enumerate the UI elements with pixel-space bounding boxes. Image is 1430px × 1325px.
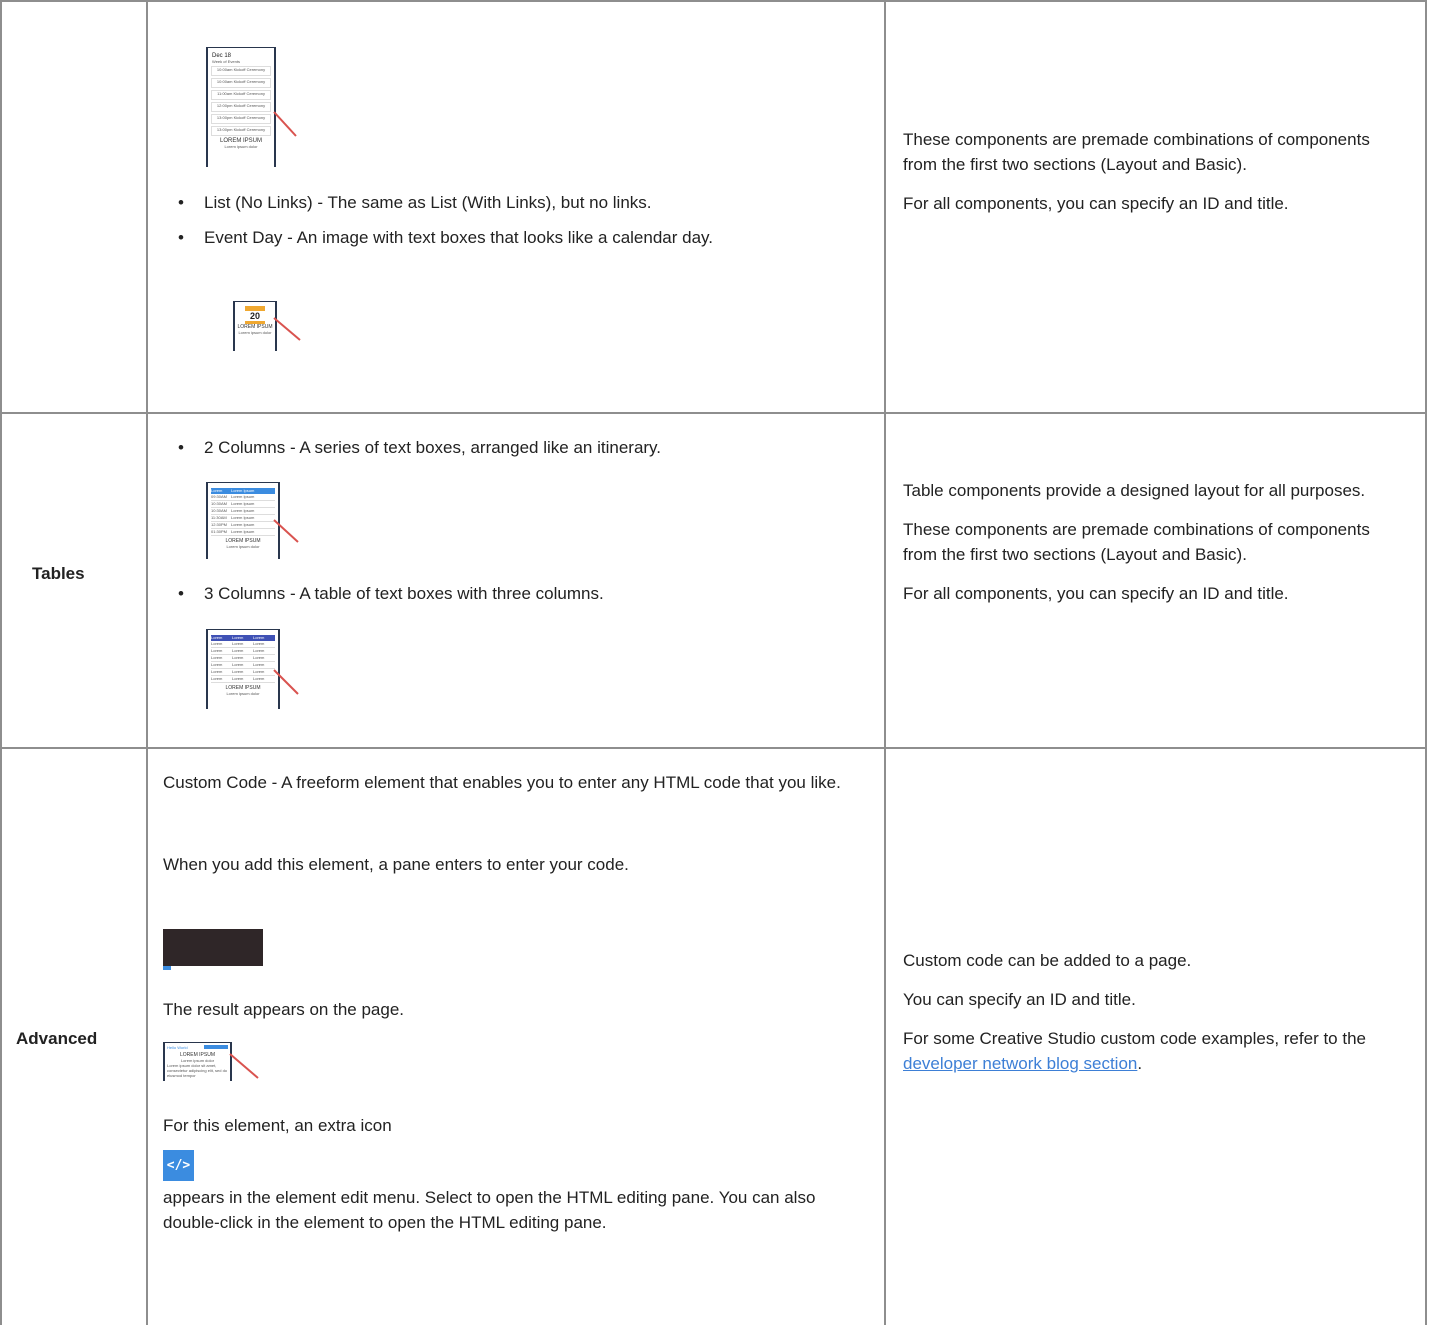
pointer-arrow <box>273 519 299 543</box>
table-row: 12:30PM Lorem Ipsum <box>211 522 275 529</box>
thumb-3col-sub: Lorem ipsum dolor <box>226 691 260 696</box>
row-label-advanced: Advanced <box>16 1029 98 1048</box>
code-icon: </> <box>163 1150 194 1181</box>
note-paragraph: These components are premade combination… <box>903 130 1370 174</box>
note-paragraph: You can specify an ID and title. <box>903 990 1136 1009</box>
note-paragraph: For all components, you can specify an I… <box>903 584 1289 603</box>
row-1-notes: These components are premade combination… <box>903 127 1408 216</box>
list-item: 11:00am Kickoff Ceremony <box>211 90 271 100</box>
thumb-result-toolbar <box>204 1045 228 1049</box>
list-item: 12:00pm Kickoff Ceremony <box>211 102 271 112</box>
bullet-event-day: • Event Day - An image with text boxes t… <box>178 228 714 247</box>
thumb-result-body: Lorem ipsum dolor sit amet, consectetur … <box>167 1063 228 1078</box>
table-border-right <box>1425 0 1427 1325</box>
thumb-list-items: 10:00am Kickoff Ceremony 10:00am Kickoff… <box>208 64 274 136</box>
table-row: 09:30AM Lorem Ipsum <box>211 494 275 501</box>
note-paragraph: For all components, you can specify an I… <box>903 194 1289 213</box>
thumb-result-title: Hello World <box>167 1045 188 1050</box>
thumb-3col-table: Lorem Lorem Lorem Lorem Lorem Lorem Lorem L… <box>211 635 275 683</box>
table-row: Lorem Lorem Lorem <box>211 655 275 662</box>
note-paragraph: These components are premade combination… <box>903 520 1370 564</box>
row-2-notes: Table components provide a designed layo… <box>903 478 1408 606</box>
list-item: 13:00pm Kickoff Ceremony <box>211 126 271 136</box>
table-row: 10:30AM Lorem Ipsum <box>211 501 275 508</box>
table-row: Lorem Lorem Lorem <box>211 641 275 648</box>
event-day-thumbnail: December 20 LOREM IPSUM Lorem ipsum dolo… <box>233 301 277 351</box>
table-row: Lorem Lorem Lorem <box>211 648 275 655</box>
custom-code-description: Custom Code - A freeform element that en… <box>163 773 841 792</box>
row-3-content: Custom Code - A freeform element that en… <box>163 770 863 795</box>
row-1-label <box>2 2 146 412</box>
table-row: 01:30PM Lorem Ipsum <box>211 529 275 536</box>
developer-network-blog-link[interactable]: developer network blog section <box>903 1054 1137 1073</box>
thumb-2col-sub: Lorem ipsum dolor <box>226 544 260 549</box>
bullet-3-columns: • 3 Columns - A table of text boxes with… <box>178 584 604 603</box>
add-element-note: When you add this element, a pane enters… <box>163 855 629 874</box>
bullet-list-no-links: • List (No Links) - The same as List (Wi… <box>178 193 652 212</box>
thumb-event-sub: Lorem ipsum dolor <box>238 330 272 335</box>
content-table: Dec 18 Week of Events 10:00am Kickoff Ce… <box>0 0 1430 1325</box>
list-thumbnail: Dec 18 Week of Events 10:00am Kickoff Ce… <box>206 47 276 167</box>
code-editor-pane <box>163 929 263 966</box>
three-columns-thumbnail: Lorem Lorem Lorem Lorem Lorem Lorem Lorem L… <box>206 629 280 709</box>
extra-icon-note: For this element, an extra icon <box>163 1116 392 1135</box>
pointer-arrow <box>229 1053 259 1079</box>
pointer-arrow <box>273 317 301 341</box>
row-3-notes: Custom code can be added to a page. You … <box>903 948 1408 1076</box>
list-item: 13:00pm Kickoff Ceremony <box>211 114 271 124</box>
table-divider-2 <box>884 0 886 1325</box>
thumb-2col-table: Lorem Lorem Ipsum 09:30AM Lorem Ipsum 10:… <box>211 488 275 536</box>
note-paragraph: Custom code can be added to a page. <box>903 951 1192 970</box>
row-label-tables: Tables <box>32 564 85 583</box>
note-paragraph: Table components provide a designed layo… <box>903 481 1366 500</box>
result-thumbnail: Hello World LOREM IPSUM Lorem ipsum dolo… <box>163 1042 232 1081</box>
table-row: Lorem Lorem Lorem <box>211 676 275 683</box>
note-paragraph-with-link: For some Creative Studio custom code exa… <box>903 1029 1366 1073</box>
table-row: Lorem Lorem Lorem <box>211 662 275 669</box>
row-divider-2 <box>0 747 1427 749</box>
bullet-2-columns: • 2 Columns - A series of text boxes, ar… <box>178 438 662 457</box>
code-pane-button <box>163 966 171 970</box>
row-3-label: Advanced <box>2 749 146 1325</box>
thumb-event-daynum: 20 <box>249 311 260 321</box>
table-row: Lorem Lorem Lorem <box>211 669 275 676</box>
table-row: 10:30AM Lorem Ipsum <box>211 508 275 515</box>
list-item: 10:00am Kickoff Ceremony <box>211 66 271 76</box>
table-border-top <box>0 0 1427 2</box>
result-note: The result appears on the page. <box>163 1000 404 1019</box>
edit-menu-note: appears in the element edit menu. Select… <box>163 1188 816 1232</box>
table-row: 11:30AM Lorem Ipsum <box>211 515 275 522</box>
pointer-arrow <box>273 669 299 695</box>
row-2-label: Tables <box>2 414 146 747</box>
thumb-list-sub: Lorem ipsum dolor <box>224 144 258 149</box>
code-pane-thumbnail <box>163 929 263 970</box>
row-divider-1 <box>0 412 1427 414</box>
list-item: 10:00am Kickoff Ceremony <box>211 78 271 88</box>
pointer-arrow <box>273 111 297 137</box>
two-columns-thumbnail: Lorem Lorem Ipsum 09:30AM Lorem Ipsum 10:… <box>206 482 280 559</box>
table-divider-1 <box>146 0 148 1325</box>
